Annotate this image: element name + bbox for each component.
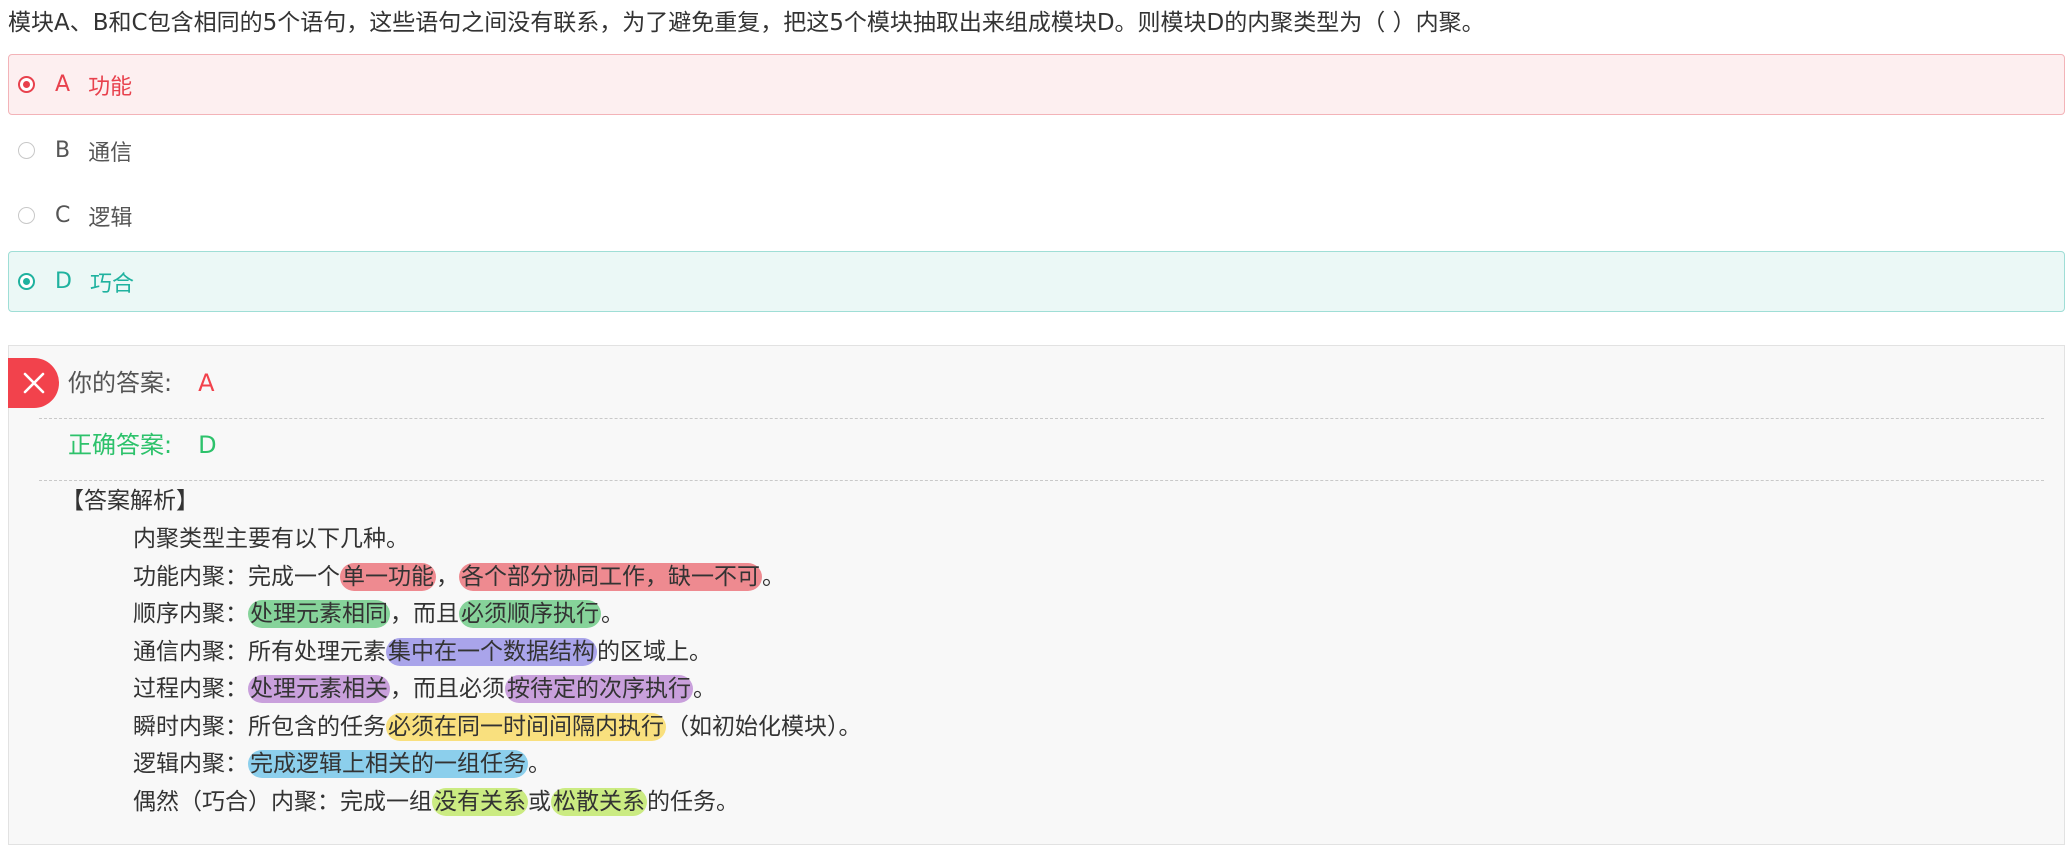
correct-answer: 正确答案: D <box>68 428 217 462</box>
divider <box>39 480 2044 481</box>
your-answer-value: A <box>198 369 215 397</box>
radio-checked-icon[interactable] <box>18 273 35 290</box>
analysis-line-temporal: 瞬时内聚：所包含的任务必须在同一时间间隔内执行（如初始化模块）。 <box>133 712 862 741</box>
option-letter: A <box>55 72 71 97</box>
option-a[interactable]: A 功能 <box>8 54 2065 115</box>
correct-answer-value: D <box>198 431 217 459</box>
highlight: 处理元素相同 <box>248 600 390 628</box>
option-label: 巧合 <box>89 271 134 297</box>
analysis-body: 内聚类型主要有以下几种。 功能内聚：完成一个单一功能，各个部分协同工作，缺一不可… <box>133 521 862 821</box>
option-label: 通信 <box>88 140 133 166</box>
highlight: 必须在同一时间间隔内执行 <box>386 712 666 741</box>
option-label: 功能 <box>88 74 133 100</box>
analysis-line-procedural: 过程内聚：处理元素相关，而且必须按待定的次序执行。 <box>133 675 716 703</box>
analysis-title: 【答案解析】 <box>61 488 199 514</box>
analysis-line-sequential: 顺序内聚：处理元素相同，而且必须顺序执行。 <box>133 600 624 628</box>
highlight: 按待定的次序执行 <box>505 675 693 703</box>
radio-icon[interactable] <box>18 207 35 224</box>
close-icon <box>8 358 59 408</box>
option-c[interactable]: C 逻辑 <box>8 185 2065 246</box>
highlight: 集中在一个数据结构 <box>386 637 597 666</box>
question-text: 模块A、B和C包含相同的5个语句，这些语句之间没有联系，为了避免重复，把这5个模… <box>8 10 1485 36</box>
your-answer-label: 你的答案: <box>68 369 173 397</box>
option-letter: D <box>55 269 72 294</box>
option-label: 逻辑 <box>88 205 133 231</box>
analysis-line-coincidental: 偶然（巧合）内聚：完成一组没有关系或松散关系的任务。 <box>133 787 739 816</box>
analysis-intro: 内聚类型主要有以下几种。 <box>133 526 409 552</box>
correct-answer-label: 正确答案: <box>68 431 173 459</box>
highlight: 处理元素相关 <box>248 675 390 703</box>
option-b[interactable]: B 通信 <box>8 120 2065 181</box>
option-letter: C <box>55 203 71 228</box>
answer-result-panel: 你的答案: A 正确答案: D 【答案解析】 内聚类型主要有以下几种。 功能内聚：完… <box>8 345 2065 845</box>
your-answer: 你的答案: A <box>68 366 215 400</box>
radio-checked-icon[interactable] <box>18 76 35 93</box>
highlight: 没有关系 <box>432 787 528 816</box>
highlight: 必须顺序执行 <box>459 600 601 628</box>
highlight: 单一功能 <box>340 562 436 591</box>
analysis-line-functional: 功能内聚：完成一个单一功能，各个部分协同工作，缺一不可。 <box>133 562 785 591</box>
radio-icon[interactable] <box>18 142 35 159</box>
highlight: 各个部分协同工作，缺一不可 <box>459 562 762 591</box>
analysis-line-communicational: 通信内聚：所有处理元素集中在一个数据结构的区域上。 <box>133 637 712 666</box>
divider <box>39 418 2044 419</box>
highlight: 松散关系 <box>551 787 647 816</box>
highlight: 完成逻辑上相关的一组任务 <box>248 750 528 778</box>
analysis-line-logical: 逻辑内聚：完成逻辑上相关的一组任务。 <box>133 750 551 778</box>
option-d[interactable]: D 巧合 <box>8 251 2065 312</box>
option-letter: B <box>55 138 71 163</box>
